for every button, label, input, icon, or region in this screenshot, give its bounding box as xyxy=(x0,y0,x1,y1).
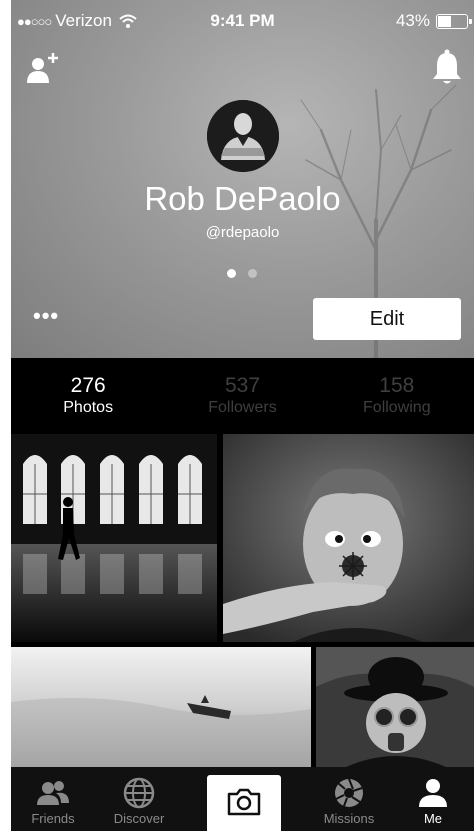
photo-gas-mask-figure xyxy=(316,647,474,767)
stat-value: 158 xyxy=(379,374,415,397)
tab-label: Missions xyxy=(323,811,375,826)
profile-name: Rob DePaolo xyxy=(144,180,341,217)
photo-thumbnail[interactable] xyxy=(316,647,474,767)
tab-label: Me xyxy=(423,811,443,826)
stat-value: 537 xyxy=(224,374,261,397)
tab-missions[interactable]: Missions xyxy=(309,767,389,831)
globe-icon xyxy=(123,777,155,809)
aperture-icon xyxy=(335,778,363,807)
battery-fill xyxy=(438,15,451,27)
friends-icon xyxy=(37,781,69,805)
photo-thumbnail[interactable] xyxy=(11,647,311,767)
photo-silhouette-windows xyxy=(11,434,217,642)
avatar[interactable] xyxy=(207,100,279,172)
page-indicator[interactable] xyxy=(227,269,257,278)
stat-photos[interactable]: 276 Photos xyxy=(11,358,165,434)
profile-screen: ●●○○○ Verizon 9:41 PM 43% Rob DePaolo @r… xyxy=(11,0,474,831)
tab-discover[interactable]: Discover xyxy=(99,767,179,831)
more-options-button[interactable]: ••• xyxy=(33,305,59,327)
camera-button[interactable] xyxy=(207,775,281,831)
tab-friends[interactable]: Friends xyxy=(13,767,93,831)
edit-profile-button[interactable]: Edit xyxy=(313,298,461,340)
avatar-image xyxy=(207,100,279,172)
battery-icon xyxy=(436,13,472,29)
tab-label: Discover xyxy=(113,811,165,826)
add-friend-icon[interactable] xyxy=(25,50,61,86)
battery-status: 43% xyxy=(395,11,472,31)
photo-thumbnail[interactable] xyxy=(223,434,474,642)
photo-rowboat-fog xyxy=(11,647,311,767)
stat-label: Photos xyxy=(63,399,114,416)
profile-stats: 276 Photos 537 Followers 158 Following xyxy=(11,358,474,434)
page-dot-active xyxy=(227,269,236,278)
stat-followers[interactable]: 537 Followers xyxy=(165,358,319,434)
profile-handle: @rdepaolo xyxy=(205,224,280,241)
person-icon xyxy=(419,779,447,807)
notification-bell-icon[interactable] xyxy=(429,48,465,86)
photo-thumbnail[interactable] xyxy=(11,434,217,642)
status-bar: ●●○○○ Verizon 9:41 PM 43% xyxy=(11,0,474,40)
stat-label: Following xyxy=(363,399,431,416)
camera-icon xyxy=(227,788,261,816)
stat-following[interactable]: 158 Following xyxy=(320,358,474,434)
stat-label: Followers xyxy=(208,399,277,416)
tab-label: Friends xyxy=(31,811,75,826)
stat-value: 276 xyxy=(70,374,106,397)
tab-me[interactable]: Me xyxy=(393,767,473,831)
page-dot xyxy=(248,269,257,278)
photo-boy-flower xyxy=(223,434,474,642)
profile-header: ●●○○○ Verizon 9:41 PM 43% Rob DePaolo @r… xyxy=(11,0,474,358)
battery-percent: 43% xyxy=(395,11,430,30)
